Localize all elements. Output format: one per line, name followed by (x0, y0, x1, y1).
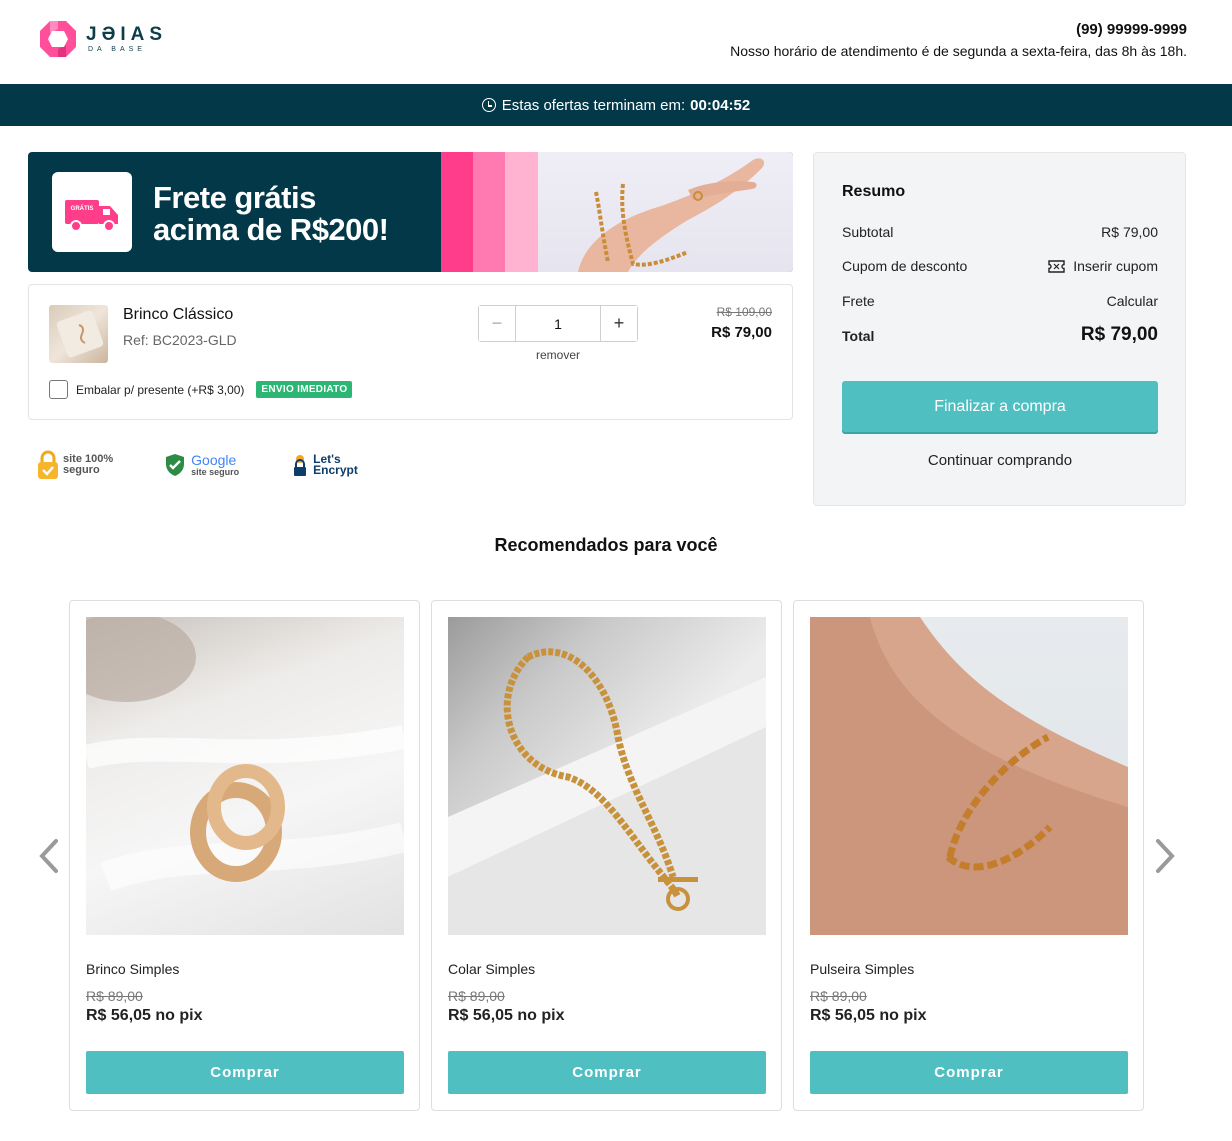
subtotal-label: Subtotal (842, 224, 894, 240)
product-name[interactable]: Brinco Simples (86, 961, 179, 977)
item-old-price: R$ 109,00 (716, 305, 772, 319)
site-seguro-seal: site 100% seguro (37, 450, 113, 480)
calculate-shipping-link[interactable]: Calcular (1107, 293, 1158, 309)
quantity-input[interactable]: 1 (516, 306, 600, 341)
truck-badge-text: GRÁTIS (71, 205, 94, 212)
truck-icon: GRÁTIS (65, 200, 118, 232)
coupon-label: Cupom de desconto (842, 258, 968, 274)
pink-stripe-1 (441, 152, 473, 272)
product-card: Pulseira Simples R$ 89,00 R$ 56,05 no pi… (793, 600, 1144, 1111)
shipping-label: Frete (842, 293, 875, 309)
cart-item: Brinco Clássico Ref: BC2023-GLD − 1 + re… (28, 284, 793, 420)
lets-encrypt-lock-icon (294, 455, 307, 476)
free-shipping-banner: GRÁTIS Frete grátis acima de R$200! (28, 152, 793, 272)
insert-coupon-label[interactable]: Inserir cupom (1073, 258, 1158, 274)
product-image-bracelet[interactable] (810, 617, 1128, 935)
banner-line-2: acima de R$200! (153, 212, 389, 247)
shield-icon (166, 454, 185, 476)
product-image-necklace[interactable] (448, 617, 766, 935)
pink-stripe-3 (505, 152, 538, 272)
total-label: Total (842, 328, 875, 344)
buy-button[interactable]: Comprar (86, 1051, 404, 1094)
item-ref: Ref: BC2023-GLD (123, 332, 237, 348)
security-seals: site 100% seguro Google site seguro Let'… (37, 448, 410, 482)
product-card: Brinco Simples R$ 89,00 R$ 56,05 no pix … (69, 600, 420, 1111)
recommendations-title: Recomendados para você (494, 535, 718, 555)
product-thumbnail[interactable] (49, 305, 108, 363)
product-name[interactable]: Pulseira Simples (810, 961, 914, 977)
business-hours: Nosso horário de atendimento é de segund… (730, 43, 1187, 59)
google-seal-line-2: site seguro (191, 467, 240, 477)
continue-shopping-link[interactable]: Continuar comprando (842, 452, 1158, 469)
site-seguro-line-2: seguro (63, 464, 100, 476)
buy-button[interactable]: Comprar (810, 1051, 1128, 1094)
shipping-badge: ENVIO IMEDIATO (256, 381, 353, 398)
truck-badge: GRÁTIS (52, 172, 132, 252)
phone-number: (99) 99999-9999 (1076, 21, 1187, 38)
item-name[interactable]: Brinco Clássico (123, 306, 233, 324)
subtotal-value: R$ 79,00 (1101, 224, 1158, 240)
gift-wrap-label[interactable]: Embalar p/ presente (+R$ 3,00) (76, 383, 244, 397)
logo-icon (40, 21, 76, 57)
site-header: JƏIAS DA BASE (99) 99999-9999 Nosso horá… (0, 0, 1232, 84)
google-safe-seal: Google site seguro (165, 453, 239, 477)
product-card: Colar Simples R$ 89,00 R$ 56,05 no pix C… (431, 600, 782, 1111)
bracelet-hand-image (538, 152, 793, 272)
product-price: R$ 56,05 no pix (86, 1007, 203, 1024)
total-value: R$ 79,00 (1080, 324, 1158, 345)
lets-encrypt-line-2: Encrypt (313, 463, 358, 477)
gift-wrap-checkbox[interactable] (49, 380, 68, 399)
pink-stripe-2 (473, 152, 505, 272)
remove-item-link[interactable]: remover (478, 348, 638, 362)
clock-icon (481, 98, 496, 112)
item-price: R$ 79,00 (711, 324, 772, 341)
product-image-earrings[interactable] (86, 617, 404, 935)
increase-quantity-button[interactable]: + (600, 306, 637, 341)
google-seal-line-1: Google (191, 452, 237, 468)
product-name[interactable]: Colar Simples (448, 961, 535, 977)
lets-encrypt-seal: Let's Encrypt (291, 453, 358, 477)
offer-text: Estas ofertas terminam em: (501, 96, 686, 114)
total-row: Total R$ 79,00 (842, 324, 1158, 346)
summary-title: Resumo (842, 183, 906, 200)
product-price: R$ 56,05 no pix (448, 1007, 565, 1024)
carousel-prev-arrow[interactable] (38, 838, 60, 874)
ticket-icon (1048, 259, 1065, 273)
offer-countdown-bar: Estas ofertas terminam em: 00:04:52 (0, 84, 1232, 126)
banner-line-1: Frete grátis (153, 180, 316, 215)
decrease-quantity-button[interactable]: − (479, 306, 516, 341)
padlock-icon (38, 450, 58, 479)
gift-wrap-option: Embalar p/ presente (+R$ 3,00) ENVIO IME… (49, 380, 353, 399)
store-logo[interactable]: JƏIAS DA BASE (38, 18, 167, 60)
logo-name: JƏIAS (86, 23, 168, 45)
shipping-row: Frete Calcular (842, 293, 1158, 309)
product-old-price: R$ 89,00 (810, 988, 867, 1004)
quantity-stepper: − 1 + (478, 305, 638, 342)
product-old-price: R$ 89,00 (448, 988, 505, 1004)
coupon-row: Cupom de desconto Inserir cupom (842, 258, 1158, 274)
banner-headline: Frete grátis acima de R$200! (153, 180, 389, 247)
product-price: R$ 56,05 no pix (810, 1007, 927, 1024)
product-old-price: R$ 89,00 (86, 988, 143, 1004)
order-summary: Resumo Subtotal R$ 79,00 Cupom de descon… (813, 152, 1186, 506)
logo-subtitle: DA BASE (88, 45, 146, 53)
offer-timer: 00:04:52 (690, 96, 751, 114)
subtotal-row: Subtotal R$ 79,00 (842, 224, 1158, 240)
contact-info: (99) 99999-9999 Nosso horário de atendim… (730, 20, 1187, 61)
finish-purchase-button[interactable]: Finalizar a compra (842, 381, 1158, 432)
buy-button[interactable]: Comprar (448, 1051, 766, 1094)
insert-coupon-link[interactable]: Inserir cupom (1048, 258, 1158, 274)
carousel-next-arrow[interactable] (1154, 838, 1176, 874)
